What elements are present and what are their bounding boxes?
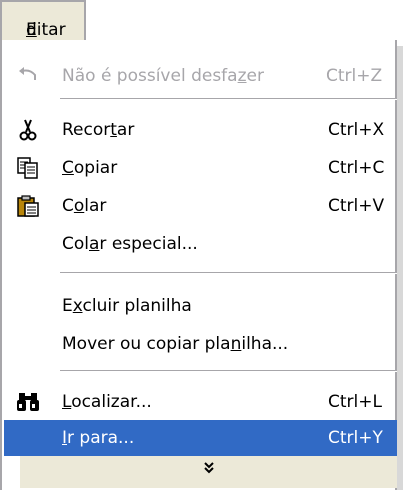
- menu-item-find-label: Localizar...: [62, 392, 152, 412]
- menubar-tab-editar[interactable]: Editar: [0, 0, 86, 42]
- menu-item-paste-label: Colar: [62, 196, 107, 216]
- menu-separator: [60, 370, 397, 372]
- menu-separator: [60, 272, 397, 274]
- menu-item-paste-special[interactable]: Colar especial...: [4, 226, 397, 262]
- menu-item-copy[interactable]: Copiar Ctrl+C: [4, 150, 397, 186]
- undo-icon: [16, 64, 40, 88]
- double-chevron-down-icon: [202, 460, 216, 479]
- shortcut-paste: Ctrl+V: [328, 196, 385, 216]
- copy-icon: [16, 156, 40, 180]
- menu-item-delete-sheet[interactable]: Excluir planilha: [4, 288, 397, 324]
- binoculars-icon: [16, 390, 40, 414]
- menu-item-move-copy-sheet-label: Mover ou copiar planilha...: [62, 334, 289, 354]
- menu-item-undo-label: Não é possível desfazer: [62, 66, 264, 86]
- menu-item-paste-special-label: Colar especial...: [62, 234, 198, 254]
- edit-menu: Não é possível desfazer Ctrl+Z Recortar …: [0, 40, 397, 490]
- paste-icon: [16, 194, 40, 218]
- menu-item-copy-label: Copiar: [62, 158, 118, 178]
- shortcut-undo: Ctrl+Z: [326, 66, 383, 86]
- menu-item-goto-label: Ir para...: [62, 428, 135, 448]
- menu-expand-button[interactable]: [20, 456, 397, 488]
- shortcut-copy: Ctrl+C: [328, 158, 385, 178]
- menu-item-cut[interactable]: Recortar Ctrl+X: [4, 112, 397, 148]
- menu-item-move-copy-sheet[interactable]: Mover ou copiar planilha...: [4, 326, 397, 362]
- shortcut-goto: Ctrl+Y: [328, 428, 383, 448]
- menu-separator: [60, 98, 397, 100]
- menu-item-find[interactable]: Localizar... Ctrl+L: [4, 384, 397, 420]
- menu-item-undo: Não é possível desfazer Ctrl+Z: [4, 58, 397, 94]
- menu-item-cut-label: Recortar: [62, 120, 135, 140]
- menu-item-paste[interactable]: Colar Ctrl+V: [4, 188, 397, 224]
- menu-shadow: [397, 46, 403, 490]
- shortcut-cut: Ctrl+X: [328, 120, 385, 140]
- menu-item-goto[interactable]: Ir para... Ctrl+Y: [4, 420, 397, 456]
- scissors-icon: [16, 118, 40, 142]
- menu-item-delete-sheet-label: Excluir planilha: [62, 296, 192, 316]
- shortcut-find: Ctrl+L: [328, 392, 382, 412]
